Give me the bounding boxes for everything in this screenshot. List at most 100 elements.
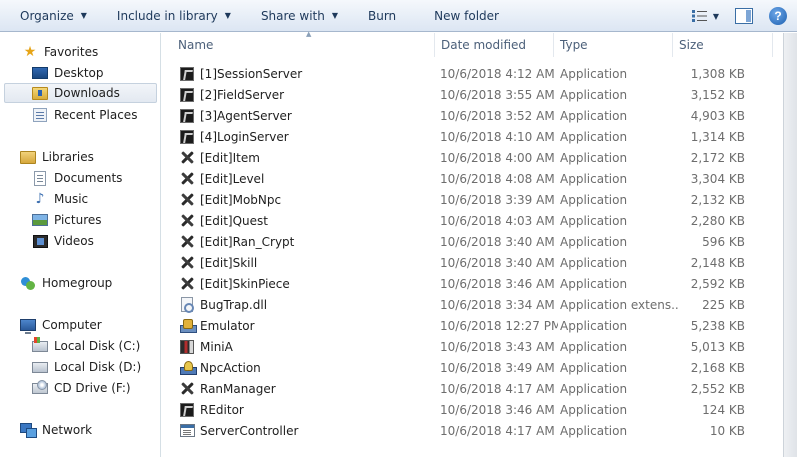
nav-downloads[interactable]: Downloads — [4, 83, 157, 103]
file-date-modified: 10/6/2018 4:17 AM — [440, 381, 555, 396]
vertical-scrollbar[interactable] — [783, 33, 797, 457]
file-row[interactable]: [Edit]Ran_Crypt 10/6/2018 3:40 AM Applicat… — [162, 231, 783, 252]
new-folder-button[interactable]: New folder — [426, 4, 507, 28]
column-header-type-label: Type — [560, 38, 588, 52]
star-icon: ★ — [23, 44, 37, 60]
server-app-icon — [179, 402, 195, 418]
file-name: [Edit]SkinPiece — [200, 276, 290, 291]
file-name: BugTrap.dll — [200, 297, 268, 312]
tools-icon — [179, 276, 195, 292]
npc-icon — [179, 360, 197, 376]
nav-documents[interactable]: Documents — [32, 168, 122, 188]
column-header-size-label: Size — [679, 38, 704, 52]
file-name: [3]AgentServer — [200, 108, 292, 123]
file-row[interactable]: [4]LoginServer 10/6/2018 4:10 AM Applicati… — [162, 126, 783, 147]
server-app-icon — [179, 87, 195, 103]
sort-ascending-icon: ▲ — [306, 30, 312, 38]
file-name-cell: [3]AgentServer — [179, 105, 434, 126]
share-with-button[interactable]: Share with ▼ — [253, 4, 346, 28]
file-name-cell: [Edit]SkinPiece — [179, 273, 434, 294]
file-row[interactable]: [Edit]Level 10/6/2018 4:08 AM Application 3… — [162, 168, 783, 189]
nav-computer-label: Computer — [42, 318, 102, 332]
column-header-type[interactable]: Type — [554, 33, 673, 57]
file-size: 2,168 KB — [690, 360, 745, 375]
file-size: 3,152 KB — [690, 87, 745, 102]
file-row[interactable]: RanManager 10/6/2018 4:17 AM Application 2,… — [162, 378, 783, 399]
file-date-modified: 10/6/2018 3:55 AM — [440, 87, 555, 102]
new-folder-label: New folder — [434, 8, 499, 23]
file-row[interactable]: Emulator 10/6/2018 12:27 PM Application 5,2… — [162, 315, 783, 336]
file-name-cell: NpcAction — [179, 357, 434, 378]
nav-desktop[interactable]: Desktop — [32, 63, 104, 83]
libraries-icon — [20, 149, 36, 165]
organize-button[interactable]: Organize ▼ — [12, 4, 95, 28]
file-date-modified: 10/6/2018 4:17 AM — [440, 423, 555, 438]
file-name: [Edit]Skill — [200, 255, 258, 270]
navigation-pane: ★ Favorites Desktop Downloads Recent Pla… — [0, 33, 161, 457]
file-name-cell: ServerController — [179, 420, 434, 441]
burn-button[interactable]: Burn — [360, 4, 404, 28]
file-row[interactable]: [2]FieldServer 10/6/2018 3:55 AM Applicati… — [162, 84, 783, 105]
file-row[interactable]: [3]AgentServer 10/6/2018 3:52 AM Applicati… — [162, 105, 783, 126]
file-size: 2,148 KB — [690, 255, 745, 270]
nav-recent-places[interactable]: Recent Places — [32, 105, 137, 125]
file-row[interactable]: [Edit]SkinPiece 10/6/2018 3:46 AM Applicat… — [162, 273, 783, 294]
nav-homegroup-label: Homegroup — [42, 276, 113, 290]
file-name-cell: BugTrap.dll — [179, 294, 434, 315]
file-name: REditor — [200, 402, 244, 417]
file-size: 2,280 KB — [690, 213, 745, 228]
nav-network[interactable]: Network — [20, 420, 92, 440]
nav-music[interactable]: ♪ Music — [32, 189, 89, 209]
nav-libraries[interactable]: Libraries — [20, 147, 94, 167]
file-row[interactable]: [Edit]MobNpc 10/6/2018 3:39 AM Application… — [162, 189, 783, 210]
file-date-modified: 10/6/2018 3:52 AM — [440, 108, 555, 123]
file-name: Emulator — [200, 318, 255, 333]
file-row[interactable]: [Edit]Skill 10/6/2018 3:40 AM Application 2… — [162, 252, 783, 273]
nav-cd-drive[interactable]: CD Drive (F:) — [32, 378, 131, 398]
file-name: RanManager — [200, 381, 276, 396]
file-row[interactable]: REditor 10/6/2018 3:46 AM Application 124 K… — [162, 399, 783, 420]
file-name-cell: [Edit]Ran_Crypt — [179, 231, 434, 252]
file-name: [Edit]Item — [200, 150, 260, 165]
file-row[interactable]: ServerController 10/6/2018 4:17 AM Applica… — [162, 420, 783, 441]
change-view-icon[interactable] — [689, 8, 711, 24]
nav-local-disk-c[interactable]: Local Disk (C:) — [32, 336, 140, 356]
column-header-name[interactable]: Name ▲ — [172, 30, 435, 57]
include-in-library-button[interactable]: Include in library ▼ — [109, 4, 239, 28]
nav-homegroup[interactable]: Homegroup — [20, 273, 112, 293]
tools-icon — [179, 381, 195, 397]
nav-videos[interactable]: Videos — [32, 231, 94, 251]
file-name: [1]SessionServer — [200, 66, 303, 81]
nav-pictures-label: Pictures — [54, 213, 102, 227]
tools-icon — [179, 150, 195, 166]
file-row[interactable]: [Edit]Item 10/6/2018 4:00 AM Application 2,… — [162, 147, 783, 168]
nav-computer[interactable]: Computer — [20, 315, 102, 335]
window-app-icon — [179, 423, 195, 439]
more-options-chevron-icon[interactable]: ▼ — [713, 12, 719, 21]
dll-icon — [179, 297, 195, 313]
burn-label: Burn — [368, 8, 397, 23]
chevron-down-icon: ▼ — [224, 11, 231, 20]
file-date-modified: 10/6/2018 3:46 AM — [440, 402, 555, 417]
file-row[interactable]: NpcAction 10/6/2018 3:49 AM Application 2,1… — [162, 357, 783, 378]
file-date-modified: 10/6/2018 3:43 AM — [440, 339, 555, 354]
file-row[interactable]: [Edit]Quest 10/6/2018 4:03 AM Application 2… — [162, 210, 783, 231]
file-name-cell: REditor — [179, 399, 434, 420]
nav-local-disk-d[interactable]: Local Disk (D:) — [32, 357, 141, 377]
chevron-down-icon: ▼ — [331, 11, 338, 20]
column-header-size[interactable]: Size — [673, 33, 773, 57]
nav-local-disk-d-label: Local Disk (D:) — [54, 360, 142, 374]
file-row[interactable]: BugTrap.dll 10/6/2018 3:34 AM Application … — [162, 294, 783, 315]
homegroup-icon — [20, 275, 36, 291]
nav-pictures[interactable]: Pictures — [32, 210, 102, 230]
file-name-cell: [4]LoginServer — [179, 126, 434, 147]
pictures-icon — [32, 212, 48, 228]
server-app-icon — [179, 66, 195, 82]
file-row[interactable]: [1]SessionServer 10/6/2018 4:12 AM Applica… — [162, 63, 783, 84]
file-date-modified: 10/6/2018 3:40 AM — [440, 234, 555, 249]
preview-pane-icon[interactable] — [735, 8, 753, 24]
help-icon[interactable]: ? — [769, 7, 787, 25]
nav-favorites[interactable]: ★ Favorites — [22, 42, 99, 62]
column-header-date-modified[interactable]: Date modified — [435, 33, 554, 57]
file-row[interactable]: MiniA 10/6/2018 3:43 AM Application 5,013 K… — [162, 336, 783, 357]
